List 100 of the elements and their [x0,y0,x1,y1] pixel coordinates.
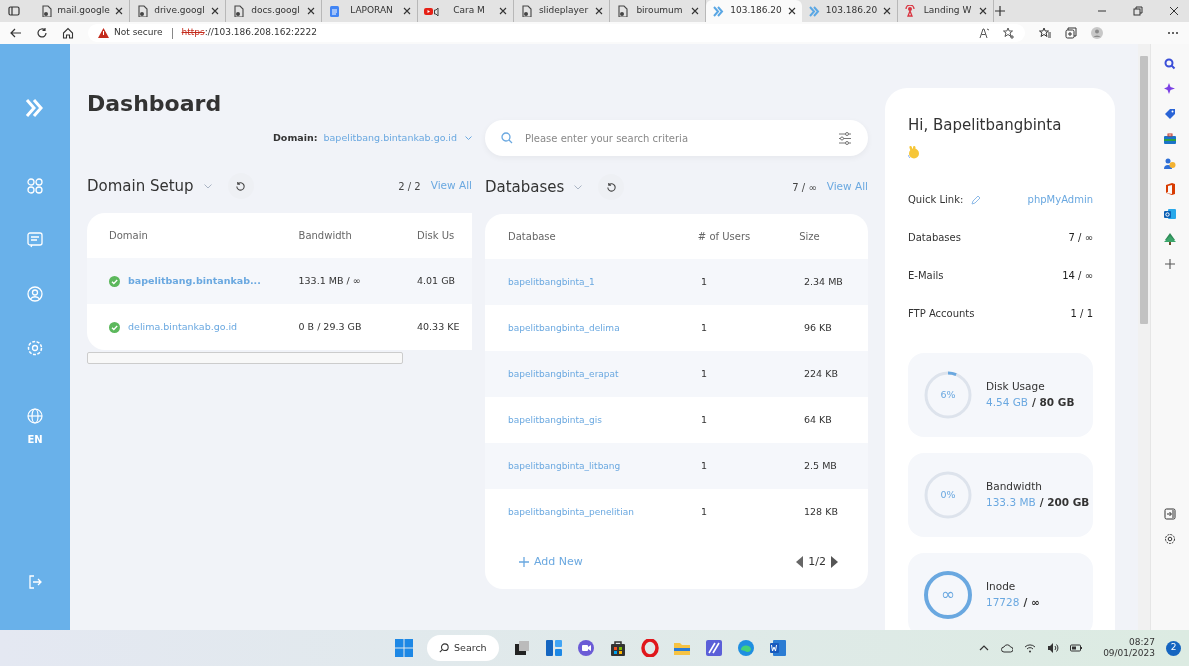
domain-label: Domain: [272,131,318,145]
tag-icon[interactable] [1164,108,1176,120]
back-icon[interactable] [10,27,22,39]
browser-tab[interactable]: 103.186.20 [706,0,802,22]
chevron-icon [808,5,820,17]
search-input[interactable]: Please enter your search criteria [523,129,828,147]
wifi-icon[interactable] [1024,642,1037,654]
table-cell-text: 128 KB [804,504,838,519]
scrollbar[interactable] [1138,44,1150,630]
ring-center-text: ∞ [940,582,956,606]
table-cell: 1 [701,367,708,379]
document-icon [328,5,340,17]
table-cell-text: 133.1 MB / ∞ [298,274,362,289]
address-bar[interactable]: Not secure https://103.186.208.162:2222 [88,24,1025,42]
favorites-icon[interactable] [1039,27,1051,39]
close-icon[interactable] [979,7,987,15]
usage-limit: / ∞ [1023,594,1040,610]
table-cell-text: 96 KB [804,320,832,335]
battery-icon[interactable] [1070,642,1083,654]
volume-icon[interactable] [1047,642,1060,654]
table-cell-text: 2.34 MB [804,274,843,289]
task-view-icon[interactable] [512,639,531,657]
close-icon[interactable] [499,7,507,15]
close-icon[interactable] [1169,6,1179,16]
url-text: https://103.186.208.162:2222 [181,26,318,40]
store-icon[interactable] [608,639,627,657]
collections-icon[interactable] [1065,27,1077,39]
close-icon[interactable] [883,7,891,15]
start-icon[interactable] [395,639,413,657]
search-icon [501,132,513,144]
clock-date[interactable]: 09/01/2023 [1103,648,1155,659]
usage-limit: / 200 GB [1039,494,1090,510]
refresh-button[interactable] [598,174,625,200]
read-aloud-icon[interactable] [979,27,991,39]
refresh-button[interactable] [227,173,254,200]
close-icon[interactable] [211,7,219,15]
stat-value: 1 / 1 [1070,307,1093,321]
table-cell-text: 224 KB [804,366,838,381]
count-text: 7 / ∞ [792,180,817,195]
column-header: Domain [109,229,149,244]
widgets-icon[interactable] [544,639,563,657]
section-title: Domain Setup [87,176,194,197]
editor-icon[interactable] [704,639,723,657]
previous-page-icon[interactable] [796,556,805,568]
next-page-icon[interactable] [830,556,838,568]
close-icon[interactable] [403,7,411,15]
close-icon[interactable] [595,7,603,15]
usage-value: 133.3 MB [986,494,1036,510]
search-icon[interactable] [1164,58,1176,70]
table-cell: 1 [701,321,708,333]
close-icon[interactable] [788,7,796,15]
office-icon[interactable] [1164,183,1176,195]
table-cell: 1 [701,459,708,471]
column-header: Bandwidth [298,229,353,244]
word-icon[interactable] [768,639,787,657]
stat-label: FTP Accounts [908,307,975,321]
close-icon[interactable] [115,7,123,15]
ring-center-text: 6% [940,387,956,402]
column-header: Database [508,230,557,244]
usage-label: Bandwidth [986,478,1043,494]
table-cell: 1 [701,413,708,425]
taskbar-search[interactable]: Search [427,635,499,661]
usage-value: 4.54 GB [986,394,1029,410]
search-field[interactable]: Please enter your search criteria [485,120,868,156]
column-header: # of Users [697,230,752,244]
logo-icon [25,98,45,118]
scrollbar[interactable] [87,352,403,365]
close-icon[interactable] [691,7,699,15]
sparkle-icon[interactable] [1164,83,1176,95]
column-header: Disk Us [417,229,456,244]
search-icon [439,643,449,653]
clock-time[interactable]: 08:27 [1103,637,1155,648]
restore-icon[interactable] [1133,6,1143,16]
notification-badge[interactable]: 2 [1166,640,1181,656]
outlook-icon[interactable] [1164,208,1176,220]
add-favorite-icon[interactable] [1003,27,1015,39]
stat-value: 7 / ∞ [1068,231,1093,245]
add-icon[interactable] [1164,258,1176,270]
usage-value: 17728 [986,594,1020,610]
cloud-icon[interactable] [1001,642,1014,654]
filter-icon[interactable] [838,131,852,145]
refresh-icon[interactable] [36,27,48,39]
close-icon[interactable] [307,7,315,15]
caret-icon [465,135,472,141]
plus-icon [518,556,530,568]
tree-icon[interactable] [1164,233,1176,245]
column-header: Size [799,230,821,244]
tab-actions-icon[interactable] [8,5,20,17]
profile-icon[interactable] [1091,27,1103,39]
page-icon [232,5,244,17]
home-icon[interactable] [62,27,74,39]
opera-icon[interactable] [640,639,659,657]
settings-icon[interactable] [1164,533,1176,545]
table-cell-text: 2.5 MB [804,458,837,473]
table-cell-text: 40.33 KE [417,320,461,335]
table-cell-text: 4.01 GB [417,274,457,289]
people-icon[interactable] [1164,158,1176,170]
toolbox-icon[interactable] [1164,133,1176,145]
new-tab-icon[interactable] [994,5,1006,17]
sidebar-toggle-icon[interactable] [1164,508,1176,520]
